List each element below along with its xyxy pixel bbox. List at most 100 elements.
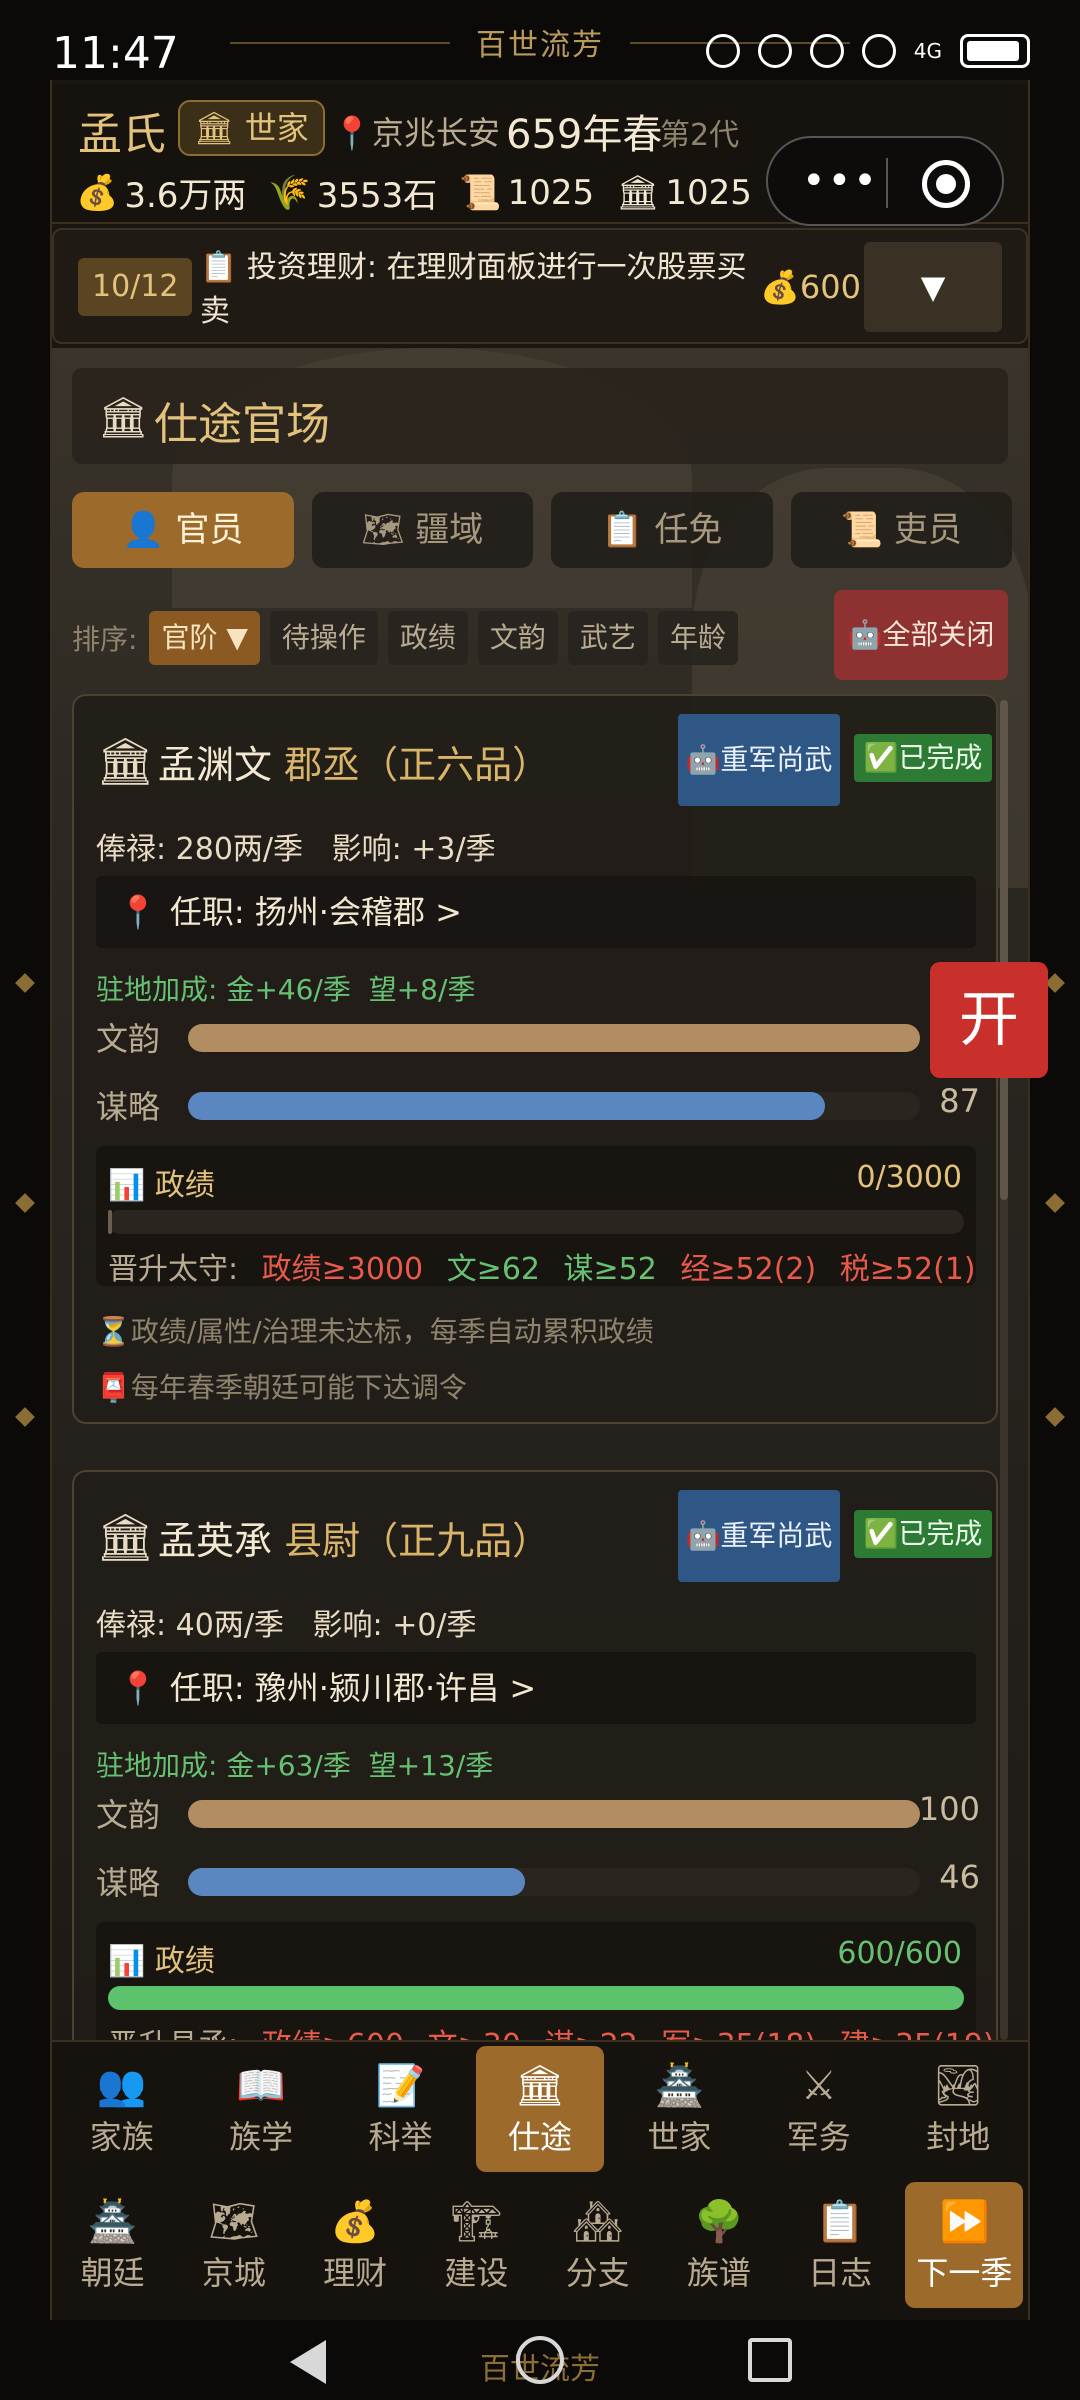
attr-bar-fill bbox=[188, 1800, 920, 1828]
resource-money: 💰 3.6万两 bbox=[76, 172, 247, 217]
tab-officials[interactable]: 👤 官员 bbox=[72, 492, 294, 568]
more-menu-button[interactable]: ••• bbox=[802, 158, 879, 204]
book-icon: 📖 bbox=[236, 2063, 287, 2109]
official-card[interactable]: 🏛 孟渊文 郡丞（正六品） 🤖重军尚武 ✅已完成 俸禄: 280两/季 影响: … bbox=[72, 694, 998, 1424]
attr-bar-fill bbox=[188, 1092, 825, 1120]
clan-rank-badge[interactable]: 🏛 世家 bbox=[178, 100, 325, 156]
next-season-button[interactable]: ⏩ 下一季 bbox=[905, 2182, 1024, 2308]
nav-genealogy[interactable]: 🌳 族谱 bbox=[663, 2182, 775, 2308]
map-icon: 🗺 bbox=[361, 510, 405, 550]
chart-icon: 📊 bbox=[108, 1168, 146, 1203]
sort-chip-literary[interactable]: 文韵 bbox=[477, 611, 558, 665]
quest-expand-button[interactable]: ▼ bbox=[864, 242, 1002, 332]
nav-construction[interactable]: 🏗 建设 bbox=[420, 2182, 532, 2308]
page-title-bar: 🏛 仕途官场 bbox=[72, 368, 1008, 464]
attr-strategy: 谋略 46 bbox=[96, 1858, 980, 1902]
capsule-divider bbox=[886, 158, 888, 208]
nav-log[interactable]: 📋 日志 bbox=[784, 2182, 896, 2308]
sort-chip-merit[interactable]: 政绩 bbox=[387, 611, 468, 665]
side-ornament bbox=[1045, 973, 1065, 993]
robot-icon: 🤖 bbox=[685, 1519, 721, 1552]
battery-icon bbox=[960, 34, 1030, 68]
post-location-link[interactable]: 📍 任职: 扬州·会稽郡 > bbox=[96, 876, 976, 948]
money-bag-icon: 💰 bbox=[330, 2199, 381, 2245]
nav-military[interactable]: ⚔ 军务 bbox=[755, 2046, 883, 2172]
attr-bar-fill bbox=[188, 1868, 525, 1896]
temple-icon: 🏛 bbox=[194, 109, 235, 147]
wifi-icon bbox=[861, 34, 896, 68]
nav-family[interactable]: 👥 家族 bbox=[58, 2046, 186, 2172]
tab-clerks[interactable]: 📜 吏员 bbox=[790, 492, 1012, 568]
sort-chip-age[interactable]: 年龄 bbox=[657, 611, 738, 665]
scrollbar[interactable] bbox=[1000, 700, 1008, 2040]
recents-button[interactable] bbox=[748, 2338, 792, 2382]
nav-capital[interactable]: 🗺 京城 bbox=[178, 2182, 290, 2308]
temple-icon: 🏛 bbox=[98, 395, 149, 441]
merit-value: 600/600 bbox=[837, 1936, 962, 1971]
nav-court[interactable]: 🏯 朝廷 bbox=[57, 2182, 169, 2308]
station-bonus: 驻地加成: 金+63/季 望+13/季 bbox=[96, 1749, 494, 1782]
home-button[interactable] bbox=[516, 2336, 564, 2384]
clipboard-icon: 📋 bbox=[601, 510, 644, 550]
merit-title: 📊 政绩 bbox=[108, 1168, 215, 1203]
resource-bar: 💰 3.6万两 🌾 3553石 📜 1025 🏛 1025 bbox=[76, 168, 752, 217]
tab-territory[interactable]: 🗺 疆域 bbox=[311, 492, 533, 568]
alarm-icon bbox=[809, 34, 844, 68]
attr-bar-track bbox=[188, 1024, 920, 1052]
sort-chip-rank[interactable]: 官阶 ▼ bbox=[149, 611, 260, 665]
pin-icon: 📍 bbox=[332, 114, 372, 152]
merit-bar-track bbox=[108, 1986, 964, 2010]
side-ornament bbox=[15, 973, 35, 993]
open-button[interactable]: 开 bbox=[930, 962, 1048, 1078]
merit-bar-track bbox=[108, 1210, 964, 1234]
current-year: 659年春 bbox=[506, 112, 663, 158]
sort-chip-martial[interactable]: 武艺 bbox=[567, 611, 648, 665]
landscape-icon: 🏞 bbox=[932, 2063, 984, 2109]
station-bonus: 驻地加成: 金+46/季 望+8/季 bbox=[96, 973, 476, 1006]
sort-chip-pending[interactable]: 待操作 bbox=[269, 611, 378, 665]
post-location-link[interactable]: 📍 任职: 豫州·颍川郡·许昌 > bbox=[96, 1652, 976, 1724]
official-card[interactable]: 🏛 孟英承 县尉（正九品） 🤖重军尚武 ✅已完成 俸禄: 40两/季 影响: +… bbox=[72, 1470, 998, 2040]
check-icon: ✅ bbox=[863, 741, 899, 774]
salary-influence: 俸禄: 280两/季 影响: +3/季 bbox=[96, 832, 496, 867]
tab-bar: 👤 官员 🗺 疆域 📋 任免 📜 吏员 bbox=[72, 492, 1012, 568]
miniprogram-capsule: ••• bbox=[766, 136, 1004, 226]
nav-fief[interactable]: 🏞 封地 bbox=[894, 2046, 1022, 2172]
clipboard-icon: 📋 bbox=[815, 2199, 866, 2245]
status-icons: 4G bbox=[705, 34, 1030, 68]
tab-appointments[interactable]: 📋 任免 bbox=[551, 492, 773, 568]
temple-icon: 🏛 bbox=[616, 172, 660, 213]
attr-literary: 文韵 100 bbox=[96, 1790, 980, 1834]
nav-career[interactable]: 🏛 仕途 bbox=[475, 2046, 604, 2172]
pin-icon: 📍 bbox=[118, 893, 158, 931]
nav-row-secondary: 🏯 朝廷 🗺 京城 💰 理财 🏗 建设 🏘 分支 🌳 族谱 📋 日志 ⏩ 下一季 bbox=[52, 2182, 1028, 2308]
policy-tag[interactable]: 🤖重军尚武 bbox=[678, 1490, 840, 1582]
merit-panel: 📊 政绩 0/3000 晋升太守: 政绩≥3000 文≥62 谋≥52 经≥52… bbox=[96, 1146, 976, 1287]
officialdom-panel: 🏛 仕途官场 👤 官员 🗺 疆域 📋 任免 📜 吏员 排序: 官阶 ▼ 待操作 … bbox=[52, 348, 1028, 2040]
scrollbar-thumb[interactable] bbox=[1000, 700, 1008, 1200]
nav-row-primary: 👥 家族 📖 族学 📝 科举 🏛 仕途 🏯 世家 ⚔ 军务 🏞 封地 bbox=[52, 2046, 1028, 2172]
money-bag-icon: 💰 bbox=[760, 268, 800, 306]
castle-icon: 🏯 bbox=[654, 2063, 705, 2109]
official-name-rank: 孟英承 县尉（正九品） bbox=[158, 1519, 551, 1563]
clipboard-icon: 📋 bbox=[200, 250, 238, 285]
quest-bar[interactable]: 10/12 📋 投资理财: 在理财面板进行一次股票买卖 💰600 ▼ bbox=[52, 228, 1028, 344]
hourglass-icon: ⏳ bbox=[96, 1315, 131, 1348]
merit-note: ⏳政绩/属性/治理未达标，每季自动累积政绩 bbox=[96, 1315, 654, 1348]
nav-noble-houses[interactable]: 🏯 世家 bbox=[615, 2046, 743, 2172]
temple-icon: 🏛 bbox=[96, 734, 155, 788]
nfc-icon bbox=[757, 34, 792, 68]
nav-branches[interactable]: 🏘 分支 bbox=[542, 2182, 654, 2308]
policy-tag[interactable]: 🤖重军尚武 bbox=[678, 714, 840, 806]
back-button[interactable] bbox=[290, 2340, 326, 2384]
close-miniprogram-button[interactable] bbox=[922, 160, 970, 208]
robot-icon: 🤖 bbox=[847, 618, 883, 651]
chart-icon: 📊 bbox=[108, 1944, 146, 1979]
merit-bar-fill bbox=[108, 1986, 964, 2010]
official-name-rank: 孟渊文 郡丞（正六品） bbox=[158, 743, 551, 787]
nav-finance[interactable]: 💰 理财 bbox=[299, 2182, 411, 2308]
nav-exam[interactable]: 📝 科举 bbox=[337, 2046, 465, 2172]
close-all-button[interactable]: 🤖全部关闭 bbox=[834, 590, 1008, 680]
nav-clan-school[interactable]: 📖 族学 bbox=[197, 2046, 325, 2172]
promotion-requirements: 晋升县丞: 政绩≥600 文≥30 谋≥22 军≥35(18) 建≥35(19) bbox=[108, 2020, 995, 2040]
